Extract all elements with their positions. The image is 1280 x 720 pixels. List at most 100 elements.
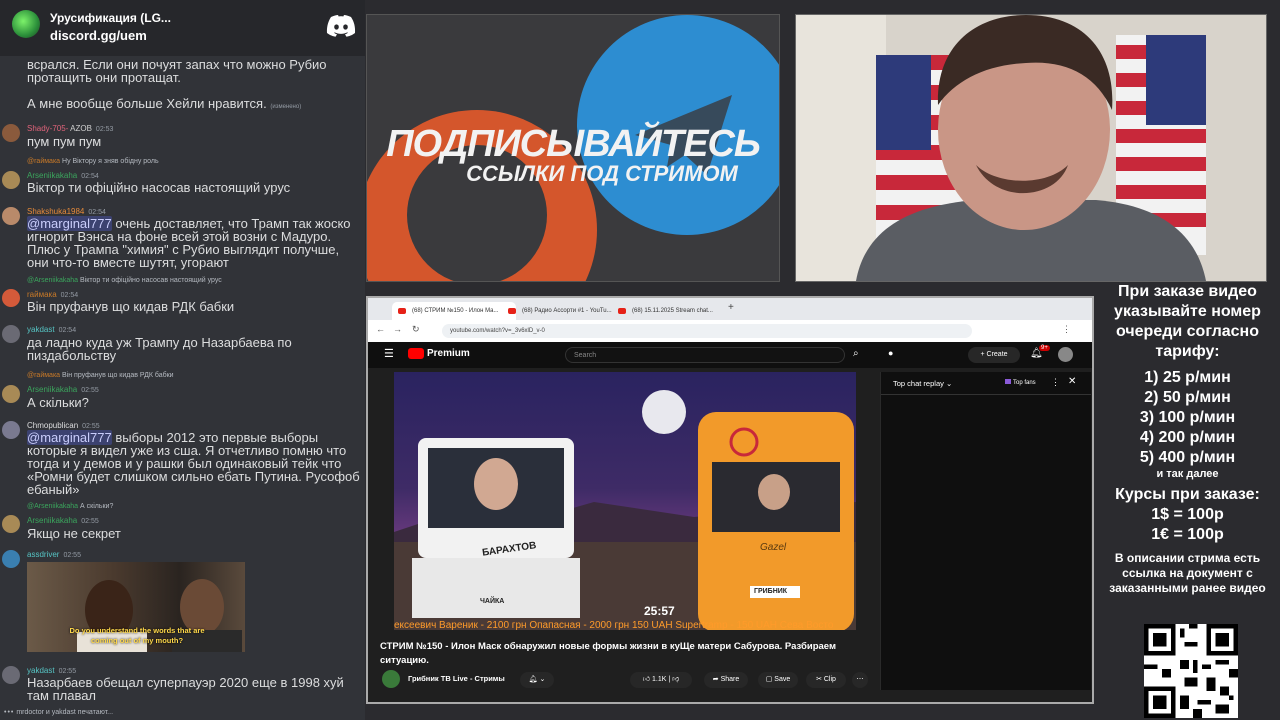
message-header: yakdast 02:55 [27,666,76,675]
edited-label: (изменено) [270,104,302,110]
timestamp: 02:54 [81,173,99,180]
message-text: А скільки? [27,395,89,410]
back-icon[interactable]: ← [376,324,385,334]
avatar[interactable] [2,124,20,142]
username: Arseniikakaha [27,385,78,394]
discord-chat-panel: всрался. Если они почуят запах что можно… [0,0,365,720]
timestamp: 02:55 [63,552,81,559]
like-count: 1.1K [652,676,667,683]
more-actions-icon[interactable]: ⋯ [852,672,868,688]
avatar[interactable] [2,550,20,568]
youtube-favicon-icon [618,308,626,314]
message-body: А мне вообще больше Хейли нравится. [27,96,267,111]
search-input[interactable]: Search [565,347,845,363]
tab-label: (68) Радио Ассорти #1 - YouTu... [522,308,612,314]
notification-bell-button[interactable]: 🔔︎ ⌄ [520,672,554,688]
banner-subtitle: ССЫЛКИ ПОД СТРИМОМ [466,161,738,186]
save-button[interactable]: ▢ Save [758,672,798,688]
message-header: yakdast 02:54 [27,325,76,334]
reply-text: Він пруфанув що кидав РДК бабки [62,372,174,379]
message-text: @marginal777 очень доставляет, что Трамп… [27,216,363,269]
youtube-logo[interactable]: Premium [408,348,470,359]
reply-preview[interactable]: @rаймака Ну Віктору я зняв обідну роль [27,158,159,165]
create-label: Create [986,351,1008,358]
forward-icon[interactable]: → [393,324,402,334]
qr-code [1144,624,1238,718]
avatar[interactable] [1058,347,1073,362]
rates-heading: Курсы при заказе: [1115,486,1260,503]
username: yakdast [27,666,55,675]
browser-tab[interactable]: (68) Радио Ассорти #1 - YouTu... [502,302,626,320]
server-invite-link[interactable]: discord.gg/uem [50,28,147,43]
avatar[interactable] [2,207,20,225]
live-chat-replay: Top chat replay ⌄ Top fans ⋮ ✕ [880,372,1091,690]
message-header: Shady-705- AZOB 02:53 [27,124,113,133]
avatar[interactable] [2,385,20,403]
username: Arseniikakaha [27,171,78,180]
avatar[interactable] [2,289,20,307]
chat-replay-dropdown[interactable]: Top chat replay ⌄ [893,379,952,388]
webcam-image [796,15,1266,281]
clip-button[interactable]: ✂ Clip [806,672,846,688]
address-bar[interactable]: youtube.com/watch?v=_3v6xlD_v-0 [442,324,972,338]
browser-tab[interactable]: (68) СТРИМ №150 - Илон Ма... [392,302,516,320]
channel-avatar[interactable] [382,670,400,688]
message-header: rаймака 02:54 [27,290,78,299]
avatar[interactable] [2,325,20,343]
order-info-panel: При заказе видео указывайте номер очеред… [1095,282,1280,596]
channel-name[interactable]: Грибник ТВ Live - Стримы [408,674,505,683]
create-button[interactable]: + Create [968,347,1020,363]
timestamp: 02:55 [58,668,77,675]
menu-icon[interactable]: ⋮ [1062,324,1071,335]
close-icon[interactable]: ✕ [1068,376,1076,387]
message-text: Віктор ти офіційно насосав настоящий уру… [27,180,291,195]
timestamp: 02:54 [58,327,77,334]
avatar[interactable] [2,515,20,533]
search-icon[interactable]: ⌕ [853,348,859,359]
message-header: assdriver 02:55 [27,550,81,559]
server-header[interactable]: Урусификация (LG... discord.gg/uem [0,0,365,56]
new-tab-icon[interactable]: + [728,302,734,313]
typing-indicator: ••• mrdoctor и yakdast печатают... [4,709,114,716]
reply-preview[interactable]: @Arseniikakaha Віктор ти офіційно насоса… [27,277,222,284]
message-text: @marginal777 выборы 2012 это первые выбо… [27,430,363,496]
username: Shakshuka1984 [27,207,85,216]
tariff-item: 3) 100 р/мин [1139,409,1236,426]
tab-label: (68) 15.11.2025 Stream chat... [632,308,713,314]
message-image[interactable]: Do you understand the words that are com… [27,562,245,652]
timestamp: 02:53 [95,126,114,133]
username: Shady-705- [27,124,69,133]
more-options-icon[interactable]: ⋮ [1051,377,1060,388]
plate-left: ЧАЙКА [480,598,505,605]
message-header: Arseniikakaha 02:55 [27,385,99,394]
top-fans-button[interactable]: Top fans [1005,379,1036,386]
avatar[interactable] [2,171,20,189]
server-icon[interactable] [12,10,40,38]
like-button[interactable]: 👍︎ 1.1K | 👎︎ [630,672,692,688]
browser-tab[interactable]: (68) 15.11.2025 Stream chat... [612,302,736,320]
reply-user: @Arseniikakaha [27,277,79,284]
image-caption: Do you understand the words that are com… [69,626,205,645]
reply-preview[interactable]: @Arseniikakaha А скільки? [27,503,113,510]
avatar[interactable] [2,421,20,439]
tariff-item: 4) 200 р/мин [1139,429,1236,446]
reload-icon[interactable]: ↻ [412,324,420,335]
hamburger-menu-icon[interactable]: ☰ [384,347,394,360]
username: Chmopublican [27,421,79,430]
username: yakdast [27,325,55,334]
microphone-icon[interactable]: ● [888,348,893,358]
server-name: Урусификация (LG... [50,11,171,25]
youtube-play-icon [408,348,424,359]
subscribe-banner: ПОДПИСЫВАЙТЕСЬ ССЫЛКИ ПОД СТРИМОМ [366,14,780,282]
browser-toolbar: ← → ↻ youtube.com/watch?v=_3v6xlD_v-0 ⋮ [368,320,1092,342]
chat-replay-header: Top chat replay ⌄ Top fans ⋮ ✕ [881,372,1091,395]
avatar[interactable] [2,666,20,684]
clip-label: Clip [823,676,836,683]
video-player[interactable]: БАРАХТОВ ЧАЙКА ГРИБНИК Gazel 25:57 ексее… [394,372,856,630]
browser-tab-bar: (68) СТРИМ №150 - Илон Ма... (68) Радио … [368,298,1092,320]
timestamp: 02:54 [88,209,106,216]
top-fans-label: Top fans [1013,380,1036,386]
share-button[interactable]: ➦ Share [704,672,748,688]
youtube-favicon-icon [398,308,406,314]
reply-preview[interactable]: @rаймака Він пруфанув що кидав РДК бабки [27,372,174,379]
